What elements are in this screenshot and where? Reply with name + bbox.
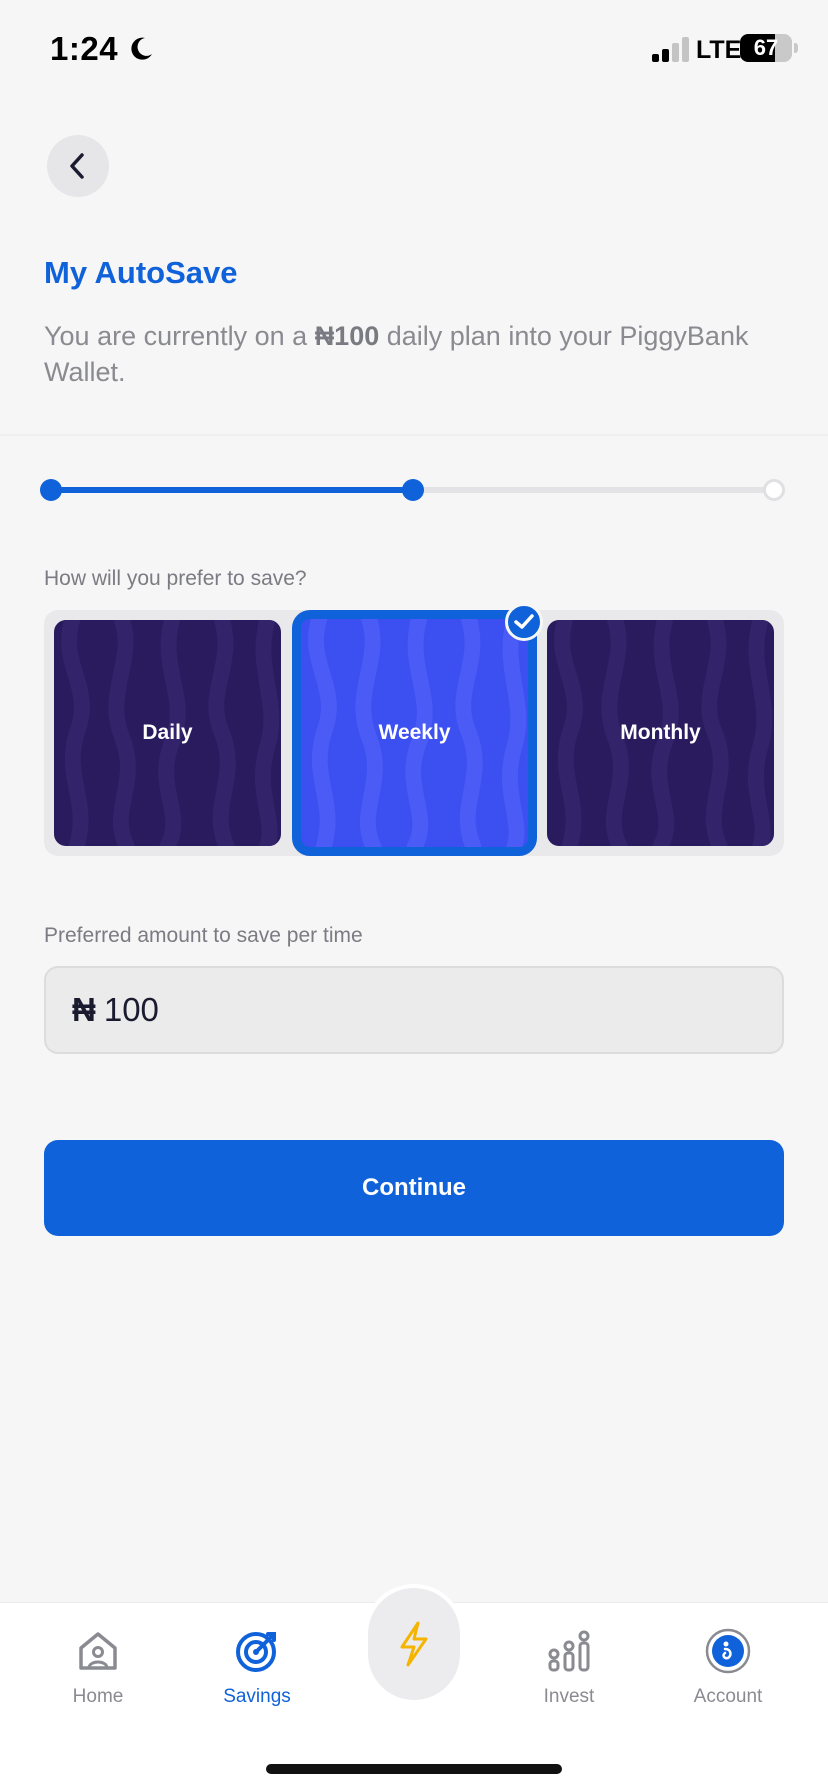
currency-symbol: ₦: [72, 991, 96, 1028]
account-icon: [705, 1628, 751, 1674]
status-bar: 1:24 LTE 67: [0, 0, 828, 100]
checkmark-icon: [514, 614, 534, 629]
home-indicator: [266, 1764, 562, 1774]
nav-label-savings: Savings: [223, 1686, 291, 1707]
nav-item-account[interactable]: Account: [658, 1628, 798, 1708]
option-daily[interactable]: Daily: [54, 620, 281, 846]
invest-icon: [548, 1630, 590, 1672]
option-weekly-label: Weekly: [378, 721, 451, 744]
status-time: 1:24: [50, 30, 119, 67]
amount-label: Preferred amount to save per time: [44, 924, 363, 947]
step-dot-3: [763, 479, 785, 501]
option-monthly[interactable]: Monthly: [547, 620, 774, 846]
chevron-left-icon: [70, 153, 84, 179]
selected-check-badge: [505, 603, 543, 641]
quick-action-button[interactable]: [368, 1588, 460, 1700]
step-dot-1: [40, 479, 62, 501]
plan-description: You are currently on a ₦100 daily plan i…: [44, 318, 784, 390]
plan-desc-prefix: You are currently on a: [44, 321, 315, 351]
target-icon: [236, 1632, 276, 1672]
option-daily-label: Daily: [142, 721, 193, 744]
battery-icon: 67: [740, 34, 792, 62]
plan-amount: ₦100: [314, 321, 380, 351]
battery-percent: 67: [753, 35, 779, 60]
signal-icon: [652, 37, 689, 62]
home-icon: [79, 1632, 117, 1670]
network-type: LTE: [696, 36, 742, 64]
nav-label-invest: Invest: [543, 1686, 595, 1707]
option-monthly-label: Monthly: [620, 721, 701, 744]
moon-icon: [131, 37, 152, 60]
frequency-label: How will you prefer to save?: [44, 567, 307, 590]
divider: [0, 434, 828, 436]
nav-label-account: Account: [693, 1686, 763, 1707]
lightning-icon: [400, 1621, 428, 1667]
amount-input[interactable]: ₦ 100: [44, 966, 784, 1054]
back-button[interactable]: [47, 135, 109, 197]
step-dot-2: [402, 479, 424, 501]
progress-fill: [51, 487, 413, 493]
nav-label-home: Home: [72, 1686, 124, 1707]
nav-item-savings[interactable]: Savings: [187, 1628, 327, 1708]
nav-item-invest[interactable]: Invest: [499, 1628, 639, 1708]
nav-item-home[interactable]: Home: [28, 1628, 168, 1708]
battery-tip: [794, 43, 798, 53]
page-title: My AutoSave: [44, 255, 238, 290]
continue-button[interactable]: Continue: [44, 1140, 784, 1236]
option-weekly[interactable]: Weekly: [292, 610, 537, 856]
amount-value: 100: [103, 991, 159, 1028]
